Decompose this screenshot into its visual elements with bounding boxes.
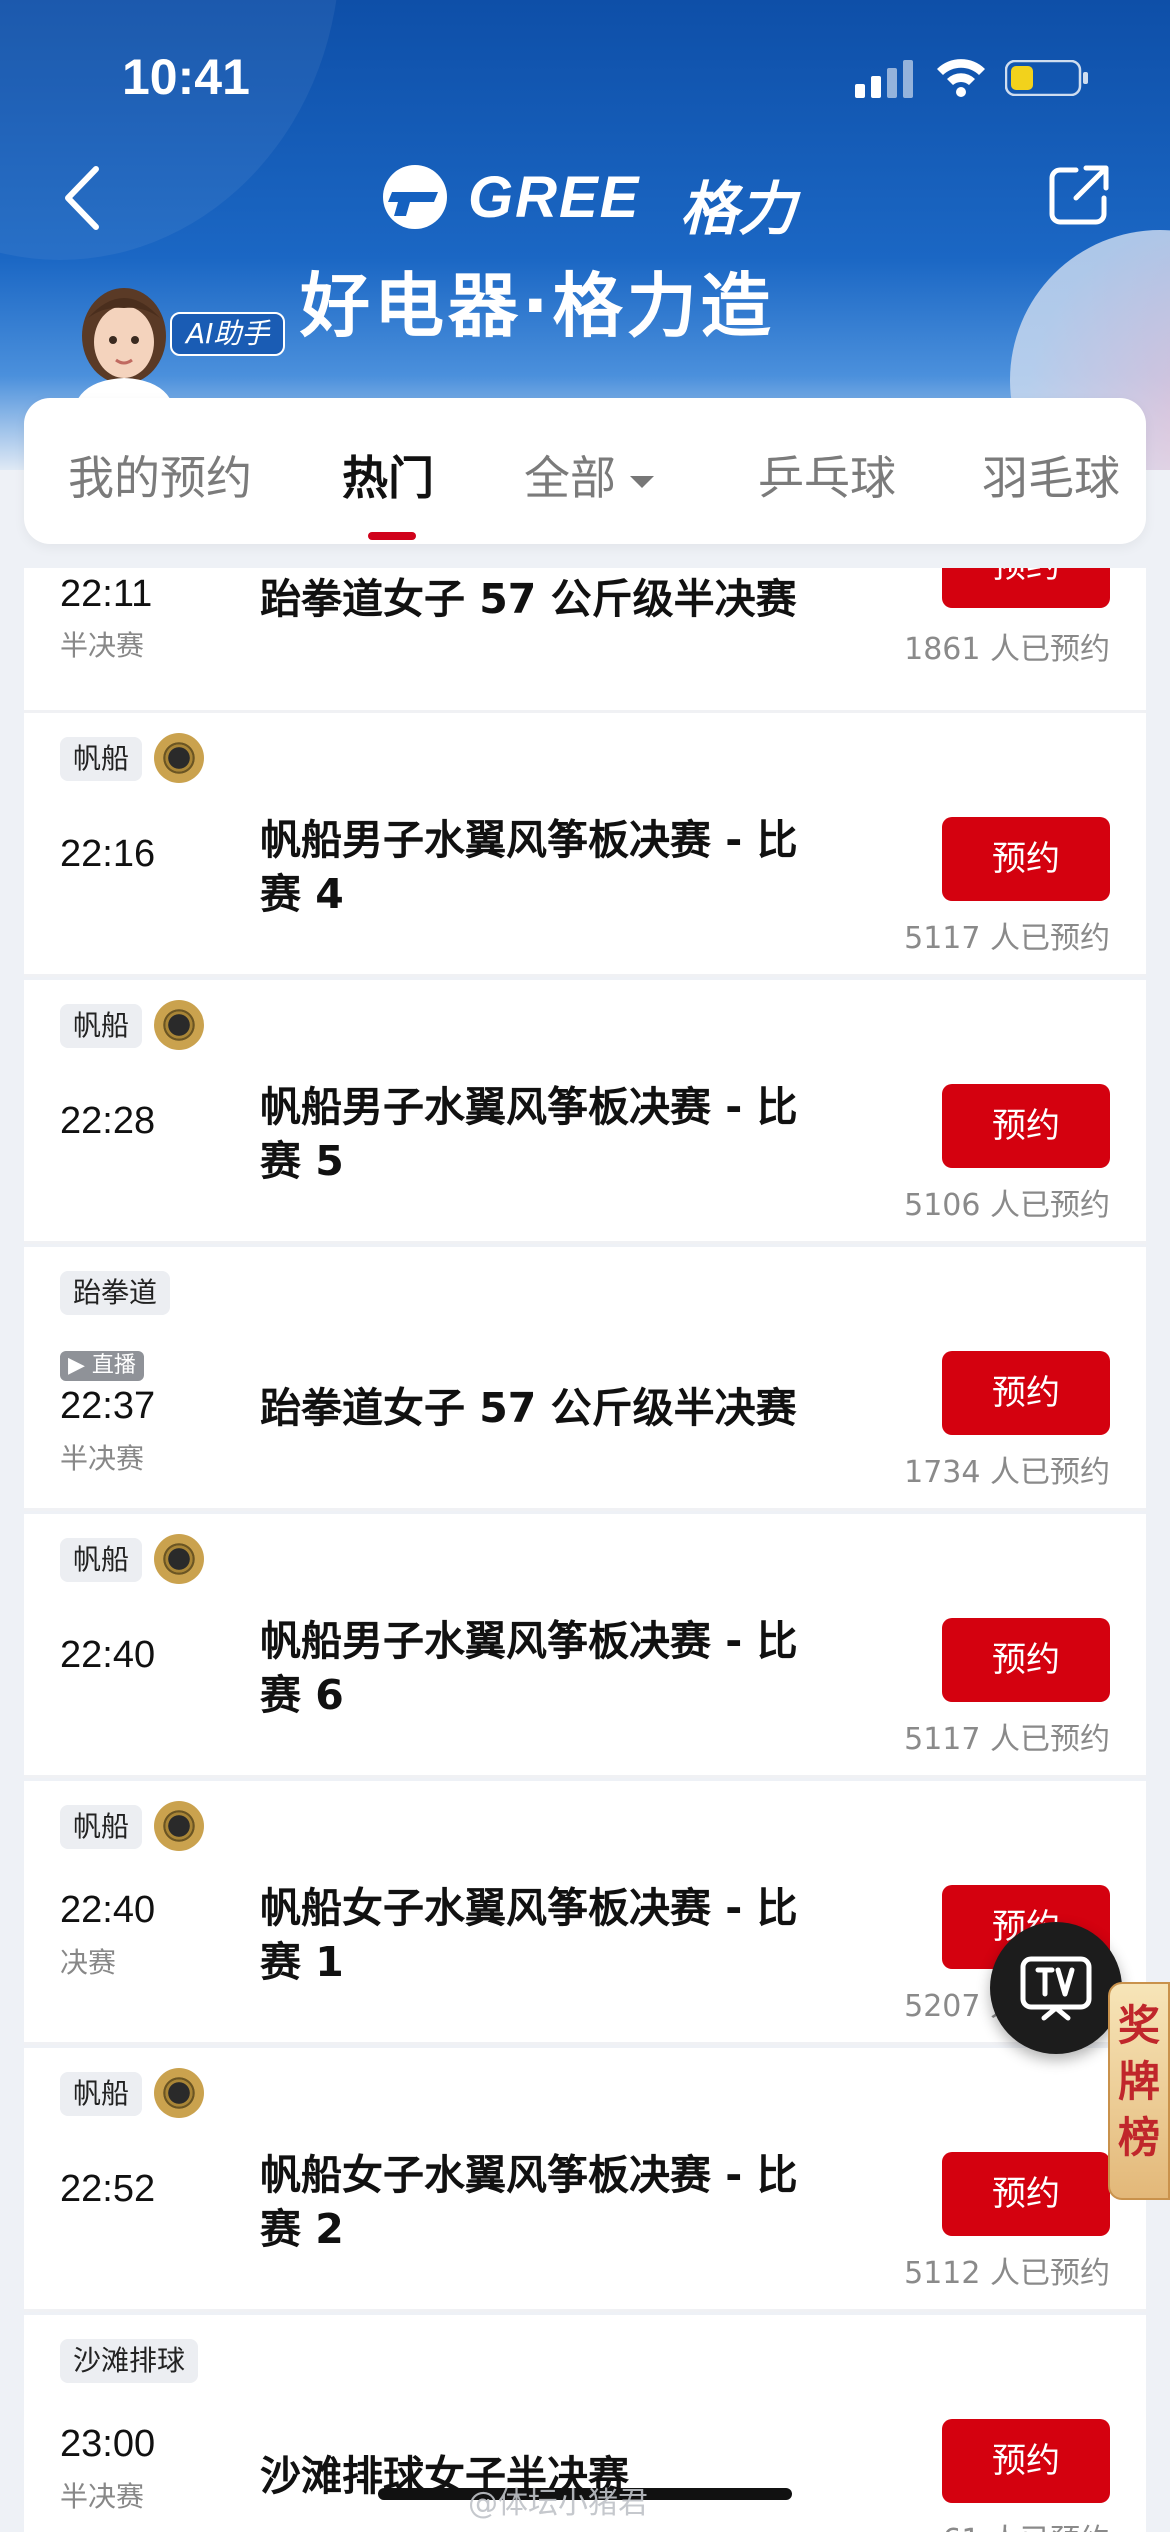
event-stage: 半决赛 [60,2480,145,2513]
event-time: 22:16 [60,833,156,875]
reserve-button[interactable]: 预约 [942,817,1110,901]
reservation-count: 5106 人已预约 [904,1188,1110,1223]
sport-tag: 跆拳道 [60,1271,171,1315]
event-title: 帆船男子水翼风筝板决赛 - 比赛 6 [260,1617,798,1719]
list-item[interactable]: 帆船 22:40 决赛 帆船女子水翼风筝板决赛 - 比赛 1 预约 5207 人… [24,1781,1146,2045]
reservation-count: 5112 人已预约 [904,2256,1110,2291]
share-icon[interactable] [1046,162,1112,228]
event-time: 23:00 [60,2423,156,2465]
event-title: 帆船女子水翼风筝板决赛 - 比赛 1 [260,1884,798,1986]
event-title: 跆拳道女子 57 公斤级半决赛 [260,1384,797,1432]
reserve-button[interactable]: 预约 [942,1351,1110,1435]
list-item[interactable]: 跆拳道 ▶ 直播 22:37 半决赛 跆拳道女子 57 公斤级半决赛 预约 17… [24,1247,1146,1511]
sport-tag: 帆船 [60,1805,143,1849]
event-list: 22:11 半决赛 跆拳道女子 57 公斤级半决赛 预约 1861 人已预约 帆… [24,568,1146,2532]
list-item[interactable]: 帆船 22:28 帆船男子水翼风筝板决赛 - 比赛 5 预约 5106 人已预约 [24,980,1146,1244]
event-time: 22:37 [60,1385,156,1427]
reservation-count: 1861 人已预约 [904,632,1110,667]
ai-assistant-avatar[interactable] [64,278,184,408]
sport-tag: 帆船 [60,2072,143,2116]
list-item[interactable]: 22:11 半决赛 跆拳道女子 57 公斤级半决赛 预约 1861 人已预约 [24,568,1146,713]
tab-hot[interactable]: 热门 [342,442,434,508]
status-time: 10:41 [122,49,250,105]
sport-tag: 帆船 [60,1004,143,1048]
tab-badminton[interactable]: 羽毛球 [982,442,1120,508]
slogan: 好电器·格力造 [300,265,775,347]
event-time: 22:11 [60,573,153,615]
event-time: 22:28 [60,1100,156,1142]
event-title: 帆船女子水翼风筝板决赛 - 比赛 2 [260,2151,798,2253]
event-stage: 半决赛 [60,629,145,662]
event-stage: 决赛 [60,1946,117,1979]
ai-assistant-badge[interactable]: AI助手 [170,312,286,356]
gree-logo: GREE 格力 [380,158,800,243]
medal-table-label: 奖牌榜 [1117,2001,1160,2162]
watermark: @体坛小猪君 [468,2486,648,2521]
medal-icon [154,2068,204,2118]
reserve-button[interactable]: 预约 [942,1084,1110,1168]
event-time: 22:52 [60,2168,156,2210]
list-item[interactable]: 帆船 22:40 帆船男子水翼风筝板决赛 - 比赛 6 预约 5117 人已预约 [24,1514,1146,1778]
reserve-button[interactable]: 预约 [942,2152,1110,2236]
reservation-count: 5117 人已预约 [904,921,1110,956]
status-bar: 10:41 [0,0,1170,150]
reserve-button[interactable]: 预约 [942,2419,1110,2503]
sport-tag: 帆船 [60,737,143,781]
sport-tag: 沙滩排球 [60,2339,199,2383]
tab-all-label: 全部 [524,451,616,505]
cellular-signal-icon [855,60,913,98]
live-badge: ▶ 直播 [60,1351,144,1381]
event-title: 帆船男子水翼风筝板决赛 - 比赛 5 [260,1083,798,1185]
reservation-count: 5117 人已预约 [904,1722,1110,1757]
wifi-icon [937,59,985,97]
medal-table-tab[interactable]: 奖牌榜 [1108,1982,1170,2200]
brand-name: GREE [468,165,641,230]
event-title: 跆拳道女子 57 公斤级半决赛 [260,575,797,623]
event-time: 22:40 [60,1634,156,1676]
battery-icon [1005,60,1088,96]
medal-icon [154,733,204,783]
tab-table-tennis[interactable]: 乒乓球 [758,442,896,508]
event-time: 22:40 [60,1889,156,1931]
reserve-button[interactable]: 预约 [942,1618,1110,1702]
list-item[interactable]: 帆船 22:52 帆船女子水翼风筝板决赛 - 比赛 2 预约 5112 人已预约 [24,2048,1146,2312]
reservation-count: 61 人已预约 [942,2515,1110,2532]
medal-icon [154,1000,204,1050]
medal-icon [154,1801,204,1851]
active-tab-indicator [368,532,416,540]
event-title: 帆船男子水翼风筝板决赛 - 比赛 4 [260,816,798,918]
reserve-button[interactable]: 预约 [942,568,1110,608]
tab-all[interactable]: 全部 [524,442,654,508]
tab-my-reservations[interactable]: 我的预约 [68,442,252,508]
sport-tag: 帆船 [60,1538,143,1582]
list-item[interactable]: 帆船 22:16 帆船男子水翼风筝板决赛 - 比赛 4 预约 5117 人已预约 [24,713,1146,977]
gree-logo-mark-icon [383,165,447,229]
back-icon[interactable] [58,165,108,231]
brand-name-cn: 格力 [680,175,797,243]
tv-cast-button[interactable] [990,1922,1122,2054]
event-stage: 半决赛 [60,1442,145,1475]
reservation-count: 1734 人已预约 [904,1455,1110,1490]
medal-icon [154,1534,204,1584]
category-tabs: 我的预约 热门 全部 乒乓球 羽毛球 [24,398,1146,544]
tv-icon [1020,1956,1092,2021]
chevron-down-icon [630,475,654,488]
